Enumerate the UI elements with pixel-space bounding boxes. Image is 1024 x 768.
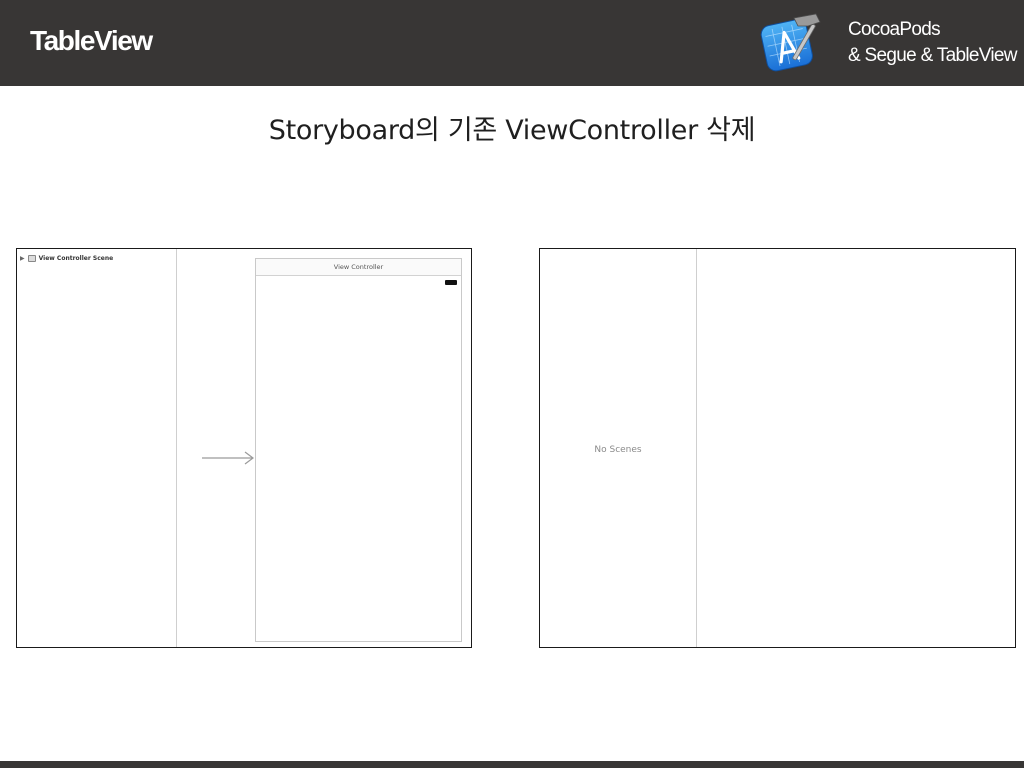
- subtitle-line-2: & Segue & TableView: [848, 45, 1017, 66]
- battery-icon: [445, 280, 457, 285]
- slide-title: Storyboard의 기존 ViewController 삭제: [268, 115, 756, 146]
- xcode-icon: [760, 13, 821, 72]
- header-title: TableView: [30, 25, 153, 56]
- disclosure-triangle-icon[interactable]: ▶: [20, 255, 25, 262]
- storyboard-screenshot-before: ▶ View Controller Scene View Controller: [16, 248, 472, 648]
- outline-item-label: View Controller Scene: [38, 254, 114, 262]
- header-bar: TableView CocoaPods & Segue & TableView: [0, 0, 1024, 86]
- outline-divider: [176, 249, 177, 647]
- scene-icon: [27, 254, 36, 262]
- storyboard-screenshot-after: No Scenes: [539, 248, 1016, 648]
- subtitle-line-1: CocoaPods: [848, 19, 941, 40]
- view-controller-titlebar[interactable]: View Controller: [256, 259, 461, 276]
- outline-divider: [696, 249, 697, 647]
- entry-arrow-icon[interactable]: [200, 449, 256, 467]
- footer-bar: [0, 761, 1024, 768]
- view-controller-canvas[interactable]: View Controller: [255, 258, 462, 642]
- header-subtitle: CocoaPods & Segue & TableView: [848, 17, 1017, 69]
- no-scenes-label: No Scenes: [594, 445, 642, 455]
- outline-row-view-controller-scene[interactable]: ▶ View Controller Scene: [20, 252, 113, 264]
